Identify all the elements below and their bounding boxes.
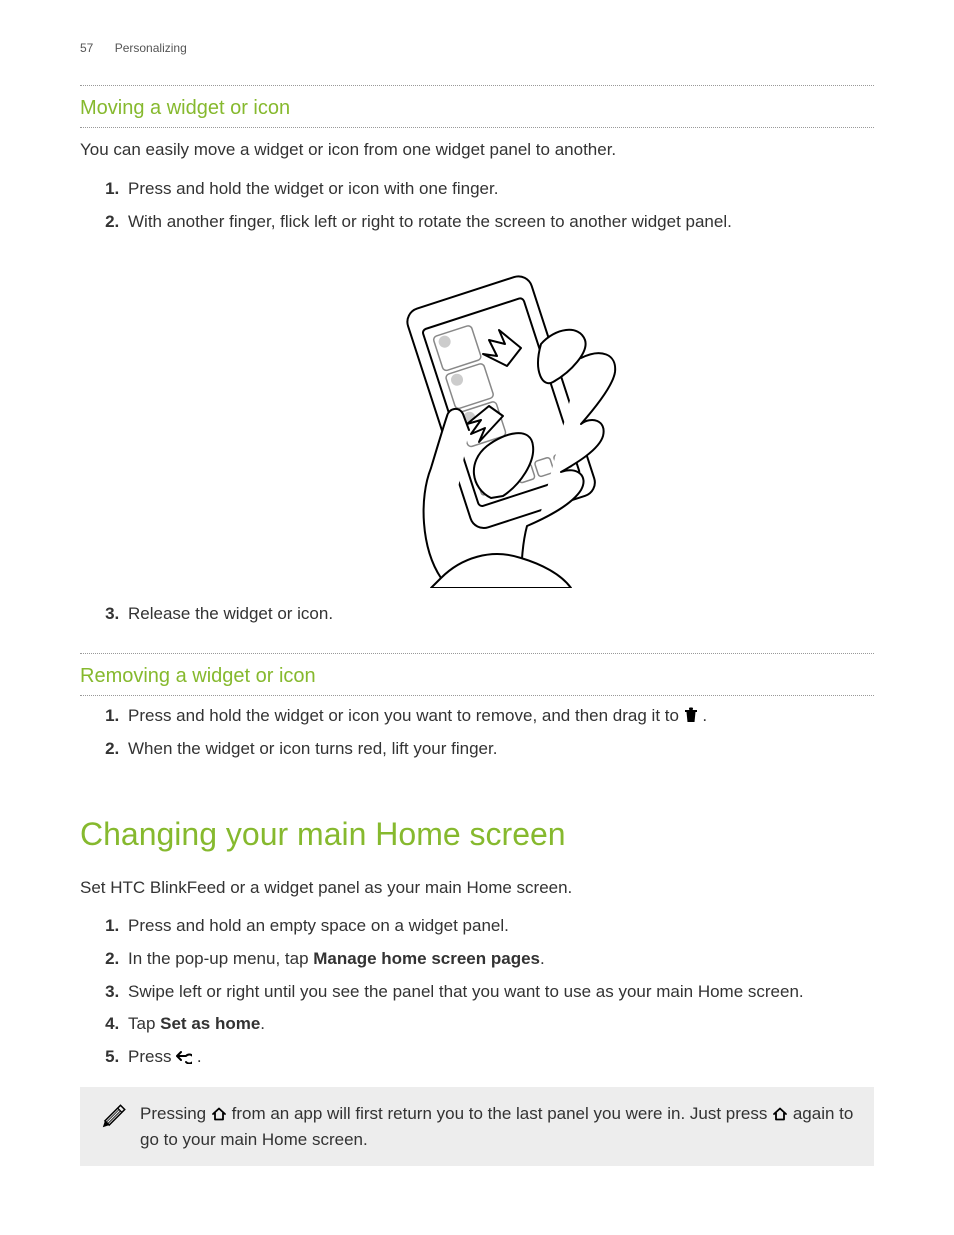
removing-step-2: When the widget or icon turns red, lift …: [124, 737, 874, 762]
changing-step-5b: .: [197, 1047, 202, 1066]
divider: [80, 127, 874, 128]
section-title-removing: Removing a widget or icon: [80, 662, 874, 691]
removing-step-1b: .: [702, 706, 707, 725]
divider: [80, 695, 874, 696]
pencil-icon: [98, 1101, 126, 1135]
running-header: 57 Personalizing: [80, 40, 874, 57]
changing-step-5: Press .: [124, 1045, 874, 1070]
home-icon: [211, 1107, 227, 1121]
hand-phone-illustration-icon: [371, 248, 631, 588]
trash-icon: [684, 707, 698, 723]
gesture-illustration: [371, 248, 631, 588]
section-title-changing: Changing your main Home screen: [80, 811, 874, 857]
moving-step-2-text: With another finger, flick left or right…: [128, 212, 732, 231]
note-part2: from an app will first return you to the…: [232, 1104, 772, 1123]
divider: [80, 85, 874, 86]
changing-step-2a: In the pop-up menu, tap: [128, 949, 313, 968]
back-icon: [176, 1050, 192, 1064]
changing-step-2-bold: Manage home screen pages: [313, 949, 540, 968]
changing-step-4-bold: Set as home: [160, 1014, 260, 1033]
moving-step-2: With another finger, flick left or right…: [124, 210, 874, 589]
page-number: 57: [80, 41, 93, 55]
removing-steps: Press and hold the widget or icon you wa…: [80, 704, 874, 761]
moving-intro: You can easily move a widget or icon fro…: [80, 138, 874, 163]
changing-step-1: Press and hold an empty space on a widge…: [124, 914, 874, 939]
note-box: Pressing from an app will first return y…: [80, 1087, 874, 1166]
header-section: Personalizing: [115, 41, 187, 55]
home-icon: [772, 1107, 788, 1121]
changing-steps: Press and hold an empty space on a widge…: [80, 914, 874, 1069]
changing-intro: Set HTC BlinkFeed or a widget panel as y…: [80, 876, 874, 901]
changing-step-2: In the pop-up menu, tap Manage home scre…: [124, 947, 874, 972]
changing-step-4b: .: [260, 1014, 265, 1033]
changing-step-2b: .: [540, 949, 545, 968]
removing-step-1a: Press and hold the widget or icon you wa…: [128, 706, 684, 725]
moving-steps: Press and hold the widget or icon with o…: [80, 177, 874, 627]
divider: [80, 653, 874, 654]
changing-step-3: Swipe left or right until you see the pa…: [124, 980, 874, 1005]
note-part1: Pressing: [140, 1104, 211, 1123]
section-title-moving: Moving a widget or icon: [80, 94, 874, 123]
moving-step-1: Press and hold the widget or icon with o…: [124, 177, 874, 202]
changing-step-4: Tap Set as home.: [124, 1012, 874, 1037]
changing-step-5a: Press: [128, 1047, 176, 1066]
page: 57 Personalizing Moving a widget or icon…: [0, 0, 954, 1235]
changing-step-4a: Tap: [128, 1014, 160, 1033]
removing-step-1: Press and hold the widget or icon you wa…: [124, 704, 874, 729]
moving-step-3: Release the widget or icon.: [124, 602, 874, 627]
note-text: Pressing from an app will first return y…: [140, 1101, 856, 1152]
